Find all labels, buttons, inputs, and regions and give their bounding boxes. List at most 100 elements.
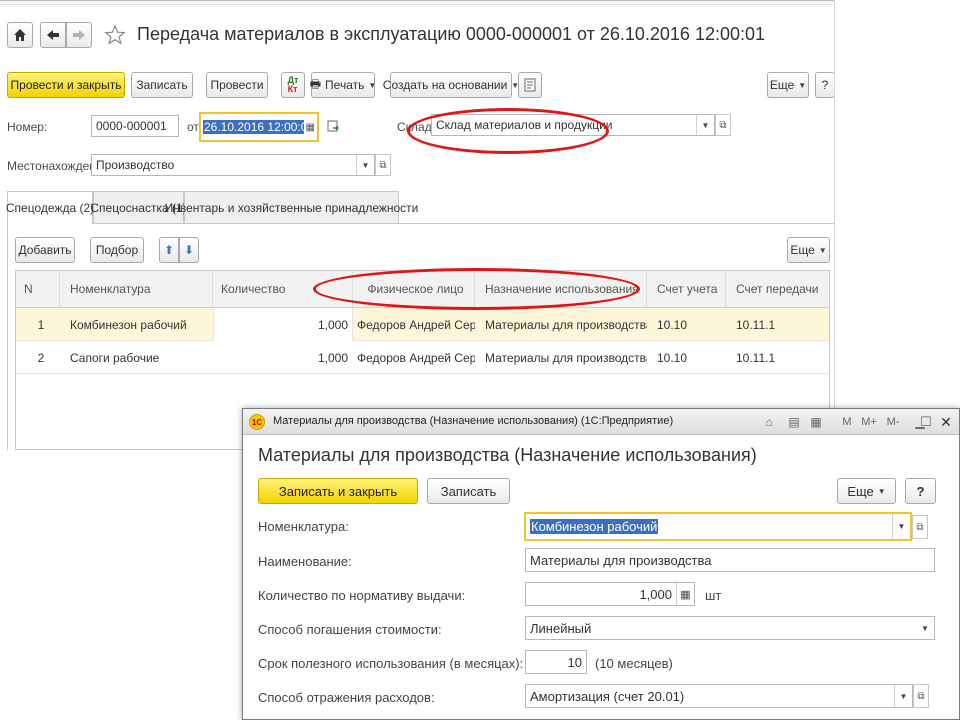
dialog-save-button[interactable]: Записать: [427, 478, 510, 504]
home-button[interactable]: [7, 22, 33, 48]
dialog-titlebar[interactable]: 1С Материалы для производства (Назначени…: [243, 409, 959, 435]
row-account[interactable]: 10.10: [647, 308, 726, 341]
row-transfer[interactable]: 10.11.1: [726, 308, 829, 341]
open-icon: [327, 120, 340, 132]
more-button[interactable]: Еще ▼: [767, 72, 809, 98]
save-and-close-button[interactable]: Записать и закрыть: [258, 478, 418, 504]
chevron-down-icon: ▼: [368, 80, 377, 90]
column-header-item[interactable]: Номенклатура: [60, 271, 213, 307]
post-button[interactable]: Провести: [206, 72, 268, 98]
create-based-on-button[interactable]: Создать на основании ▼: [383, 72, 519, 98]
memory-m-button[interactable]: M: [839, 414, 855, 430]
norm-qty-input[interactable]: 1,000 ▦: [525, 582, 695, 606]
memory-minus-button[interactable]: M-: [883, 414, 903, 430]
dt-kt-button[interactable]: Дт Кт: [281, 72, 305, 98]
home-icon: [14, 29, 26, 41]
dialog-help-button[interactable]: ?: [905, 478, 936, 504]
chevron-down-icon[interactable]: ▼: [894, 685, 912, 707]
open-icon: ⧉: [379, 159, 387, 171]
close-icon[interactable]: ✕: [939, 414, 953, 430]
save-button[interactable]: Записать: [131, 72, 193, 98]
memory-plus-button[interactable]: M+: [859, 414, 879, 430]
expense-method-open-button[interactable]: ⧉: [913, 684, 929, 708]
back-icon: [47, 30, 59, 40]
row-item[interactable]: Комбинезон рабочий: [60, 308, 213, 341]
document-report-button[interactable]: [518, 72, 542, 98]
dialog-title: Материалы для производства (Назначение и…: [258, 445, 757, 465]
tab-workwear[interactable]: Спецодежда (2): [6, 191, 94, 224]
dialog-more-button[interactable]: Еще ▼: [837, 478, 896, 504]
name-input[interactable]: Материалы для производства: [525, 548, 935, 572]
row-person[interactable]: Федоров Андрей Сер...: [353, 341, 475, 374]
row-item[interactable]: Сапоги рабочие: [60, 341, 213, 374]
nomenclature-open-button[interactable]: ⧉: [912, 515, 928, 539]
star-icon: [104, 24, 126, 45]
row-account[interactable]: 10.10: [647, 341, 726, 374]
post-and-close-button[interactable]: Провести и закрыть: [7, 72, 125, 98]
dialog-window-title: Материалы для производства (Назначение и…: [273, 415, 674, 427]
column-header-n[interactable]: N: [16, 271, 60, 307]
expense-method-select[interactable]: Амортизация (счет 20.01) ▼: [525, 684, 913, 708]
back-button[interactable]: [40, 22, 66, 48]
help-button[interactable]: ?: [815, 72, 834, 98]
location-open-button[interactable]: ⧉: [375, 154, 391, 176]
open-date-button[interactable]: [326, 119, 340, 133]
dt-kt-icon: Дт Кт: [287, 75, 299, 94]
table-row[interactable]: 2 Сапоги рабочие 1,000 Федоров Андрей Се…: [16, 341, 829, 374]
chevron-down-icon: ▼: [818, 245, 827, 255]
column-header-account[interactable]: Счет учета: [647, 271, 726, 307]
calculator-icon[interactable]: ▦: [676, 583, 694, 605]
nomenclature-select[interactable]: Комбинезон рабочий ▼: [524, 512, 912, 541]
row-qty[interactable]: 1,000: [213, 308, 353, 341]
chevron-down-icon[interactable]: ▼: [916, 617, 934, 639]
chevron-down-icon[interactable]: ▼: [892, 514, 910, 539]
name-value: Материалы для производства: [530, 552, 712, 568]
row-person[interactable]: Федоров Андрей Сер...: [353, 308, 475, 341]
tab-inventory[interactable]: Инвентарь и хозяйственные принадлежности: [165, 191, 418, 223]
calendar-icon[interactable]: ▦: [809, 414, 823, 430]
expense-method-value: Амортизация (счет 20.01): [530, 688, 685, 704]
table-row[interactable]: 1 Комбинезон рабочий 1,000 Федоров Андре…: [16, 308, 829, 341]
number-value: 0000-000001: [96, 119, 167, 133]
document-icon: [524, 78, 536, 92]
row-number: 1: [37, 317, 45, 332]
row-transfer[interactable]: 10.11.1: [726, 341, 829, 374]
pick-button[interactable]: Подбор: [90, 237, 144, 263]
useful-life-input[interactable]: 10: [525, 650, 587, 674]
chevron-down-icon[interactable]: ▼: [696, 115, 714, 135]
tab-strip-line: [93, 223, 834, 224]
nomenclature-value: Комбинезон рабочий: [530, 519, 659, 534]
grid-more-button[interactable]: Еще ▼: [787, 237, 830, 263]
more-label: Еще: [769, 78, 795, 92]
print-button[interactable]: 🖶 Печать ▼: [310, 72, 377, 98]
add-row-button[interactable]: Добавить: [15, 237, 75, 263]
number-input[interactable]: 0000-000001: [91, 115, 179, 137]
favorite-star[interactable]: [104, 24, 128, 48]
move-up-button[interactable]: ⬆: [159, 237, 179, 263]
1c-logo-icon: 1С: [249, 414, 265, 430]
move-down-button[interactable]: ⬇: [179, 237, 199, 263]
cost-method-value: Линейный: [530, 620, 592, 636]
row-purpose[interactable]: Материалы для производства: [475, 308, 647, 341]
forward-button[interactable]: [66, 22, 92, 48]
maximize-icon[interactable]: ☐: [919, 414, 933, 430]
document-title: Передача материалов в эксплуатацию 0000-…: [137, 24, 766, 44]
calendar-icon[interactable]: ▦: [306, 122, 315, 133]
print-label: Печать: [325, 78, 365, 92]
arrow-up-icon: ⬆: [163, 243, 175, 257]
column-header-transfer[interactable]: Счет передачи: [726, 271, 829, 307]
norm-qty-value: 1,000: [639, 586, 672, 602]
row-qty[interactable]: 1,000: [213, 341, 353, 374]
document-icon[interactable]: ▤: [787, 414, 801, 430]
location-select[interactable]: Производство ▼: [91, 154, 375, 176]
chevron-down-icon: ▼: [877, 486, 886, 496]
purpose-dialog: 1С Материалы для производства (Назначени…: [242, 408, 960, 720]
row-purpose[interactable]: Материалы для производства: [475, 341, 647, 374]
cost-method-select[interactable]: Линейный ▼: [525, 616, 935, 640]
date-input[interactable]: 26.10.2016 12:00:01 ▦: [199, 112, 319, 142]
window-top-edge: [0, 0, 834, 5]
chevron-down-icon[interactable]: ▼: [356, 155, 374, 175]
warehouse-open-button[interactable]: ⧉: [715, 114, 731, 136]
tab-panel-border: [7, 224, 8, 450]
home-icon[interactable]: ⌂: [762, 414, 776, 430]
